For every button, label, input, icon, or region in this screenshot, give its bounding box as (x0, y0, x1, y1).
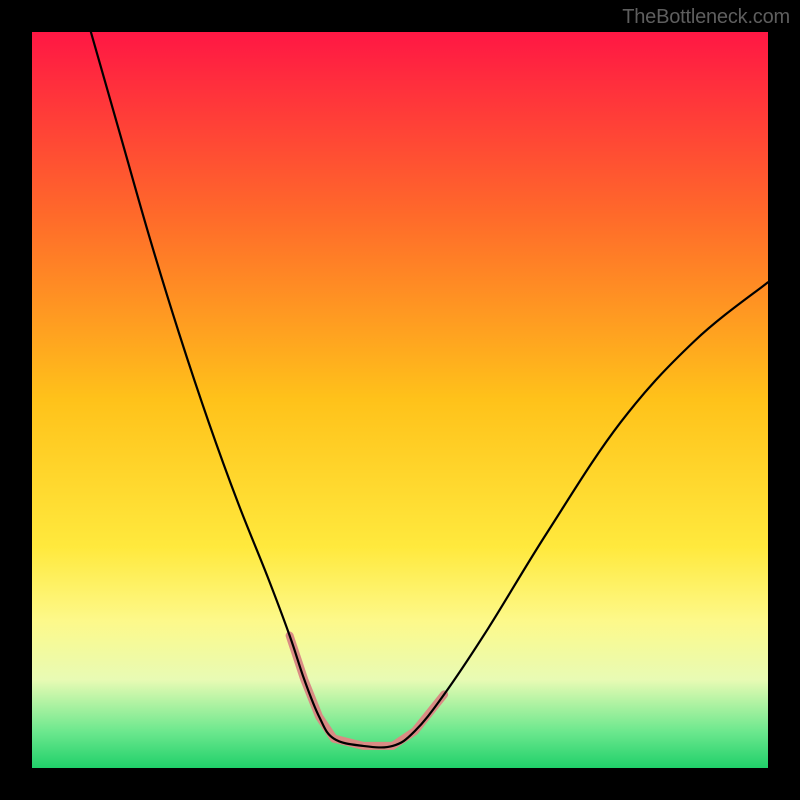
gradient-background (32, 32, 768, 768)
plot-svg (32, 32, 768, 768)
plot-area (32, 32, 768, 768)
watermark-text: TheBottleneck.com (622, 6, 790, 29)
chart-frame: TheBottleneck.com (0, 0, 800, 800)
